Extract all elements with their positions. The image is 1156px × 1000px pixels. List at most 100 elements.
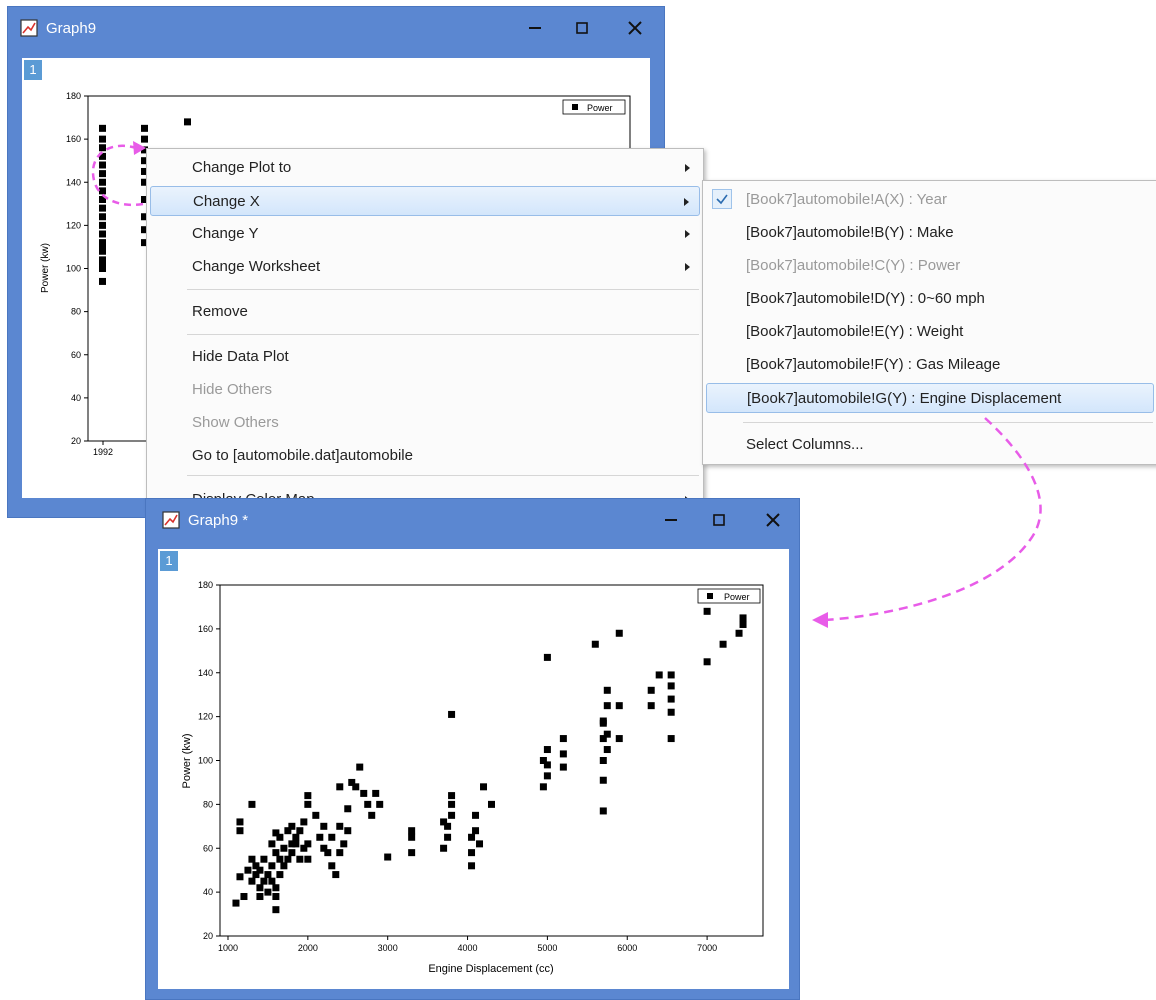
x-tick-label: 5000 (537, 943, 557, 953)
menu-separator (187, 475, 699, 476)
title-bar[interactable]: Graph9 (8, 7, 664, 49)
data-point (276, 855, 284, 863)
submenu-item-label: [Book7]automobile!F(Y) : Gas Mileage (746, 356, 1001, 373)
graph-page-2[interactable]: 1 20 40 60 80 100 120 140 160 180 1000 2000 3000 40… (158, 549, 789, 989)
submenu-item-year: [Book7]automobile!A(X) : Year (706, 185, 1154, 215)
submenu-item-label: [Book7]automobile!G(Y) : Engine Displace… (747, 390, 1062, 407)
menu-item-label: Remove (192, 303, 248, 320)
data-point (304, 800, 312, 808)
menu-separator (187, 289, 699, 290)
submenu-item-select-columns[interactable]: Select Columns... (706, 430, 1154, 460)
minimize-icon (529, 27, 541, 29)
data-point (655, 671, 663, 679)
data-point (448, 710, 456, 718)
data-point (99, 170, 106, 178)
submenu-item-0-60-mph[interactable]: [Book7]automobile!D(Y) : 0~60 mph (706, 284, 1154, 314)
data-point (472, 811, 480, 819)
data-point (99, 221, 106, 229)
data-point (296, 855, 304, 863)
data-point (276, 871, 284, 879)
arrowhead-large (812, 612, 828, 628)
data-point (336, 822, 344, 830)
data-point (268, 840, 276, 848)
data-point (256, 893, 264, 901)
submenu-item-make[interactable]: [Book7]automobile!B(Y) : Make (706, 218, 1154, 248)
y-tick-label: 140 (198, 668, 213, 678)
data-point (603, 730, 611, 738)
data-point (248, 877, 256, 885)
minimize-button[interactable] (518, 14, 552, 42)
menu-item-change-x[interactable]: Change X (150, 186, 700, 216)
data-point (320, 822, 328, 830)
data-point (615, 702, 623, 710)
data-point (360, 789, 368, 797)
x-axis-label: Engine Displacement (cc) (428, 963, 553, 975)
submenu-item-label: [Book7]automobile!E(Y) : Weight (746, 323, 964, 340)
data-point (719, 640, 727, 648)
data-point (340, 840, 348, 848)
data-point (667, 682, 675, 690)
x-tick-label: 3000 (378, 943, 398, 953)
data-point (603, 686, 611, 694)
menu-item-label: Change Y (192, 225, 259, 242)
data-point (539, 783, 547, 791)
data-point (99, 204, 106, 212)
submenu-item-label: [Book7]automobile!A(X) : Year (746, 191, 947, 208)
data-point (336, 849, 344, 857)
data-point (344, 827, 352, 835)
menu-item-change-worksheet[interactable]: Change Worksheet (150, 252, 700, 282)
data-point (141, 135, 148, 143)
data-point (444, 822, 452, 830)
data-point (296, 827, 304, 835)
data-point (667, 671, 675, 679)
data-point (99, 178, 106, 186)
data-point (448, 792, 456, 800)
data-point (599, 776, 607, 784)
x-tick-label: 1000 (218, 943, 238, 953)
data-point (444, 833, 452, 841)
y-axis-label: Power (kw) (40, 243, 51, 293)
menu-item-change-y[interactable]: Change Y (150, 219, 700, 249)
maximize-icon (576, 22, 588, 34)
submenu-item-gas-mileage[interactable]: [Book7]automobile!F(Y) : Gas Mileage (706, 350, 1154, 380)
menu-item-hide-data-plot[interactable]: Hide Data Plot (150, 342, 700, 372)
data-point (476, 840, 484, 848)
close-button[interactable] (756, 506, 790, 534)
close-button[interactable] (618, 14, 652, 42)
data-point (543, 761, 551, 769)
data-point (352, 783, 360, 791)
data-point (99, 187, 106, 195)
plot-area-2[interactable]: 20 40 60 80 100 120 140 160 180 1000 2000 3000 4000… (158, 549, 789, 989)
data-point (336, 783, 344, 791)
data-point (448, 800, 456, 808)
data-point (408, 833, 416, 841)
menu-separator (743, 422, 1153, 423)
submenu-item-engine-displacement[interactable]: [Book7]automobile!G(Y) : Engine Displace… (706, 383, 1154, 413)
window-title: Graph9 (46, 20, 97, 37)
maximize-button[interactable] (702, 506, 736, 534)
graph-icon (162, 511, 180, 529)
y-tick-label: 20 (203, 931, 213, 941)
menu-item-remove[interactable]: Remove (150, 297, 700, 327)
x-tick-label: 1992 (93, 447, 113, 457)
data-point (276, 833, 284, 841)
data-point (328, 833, 336, 841)
data-point (256, 866, 264, 874)
maximize-button[interactable] (565, 14, 599, 42)
close-icon (628, 21, 642, 35)
data-point (647, 686, 655, 694)
data-point (667, 695, 675, 703)
data-point (599, 717, 607, 725)
menu-item-change-plot-to[interactable]: Change Plot to (150, 153, 700, 183)
menu-item-label: Change Plot to (192, 159, 292, 176)
menu-item-go-to-worksheet[interactable]: Go to [automobile.dat]automobile (150, 441, 700, 471)
data-point (647, 702, 655, 710)
submenu-item-weight[interactable]: [Book7]automobile!E(Y) : Weight (706, 317, 1154, 347)
data-point (543, 772, 551, 780)
title-bar-2[interactable]: Graph9 * (146, 499, 799, 541)
y-tick-label: 20 (71, 436, 81, 446)
menu-item-label: Change X (193, 193, 260, 210)
menu-item-label: Hide Others (192, 381, 273, 398)
data-point (448, 811, 456, 819)
minimize-button[interactable] (654, 506, 688, 534)
